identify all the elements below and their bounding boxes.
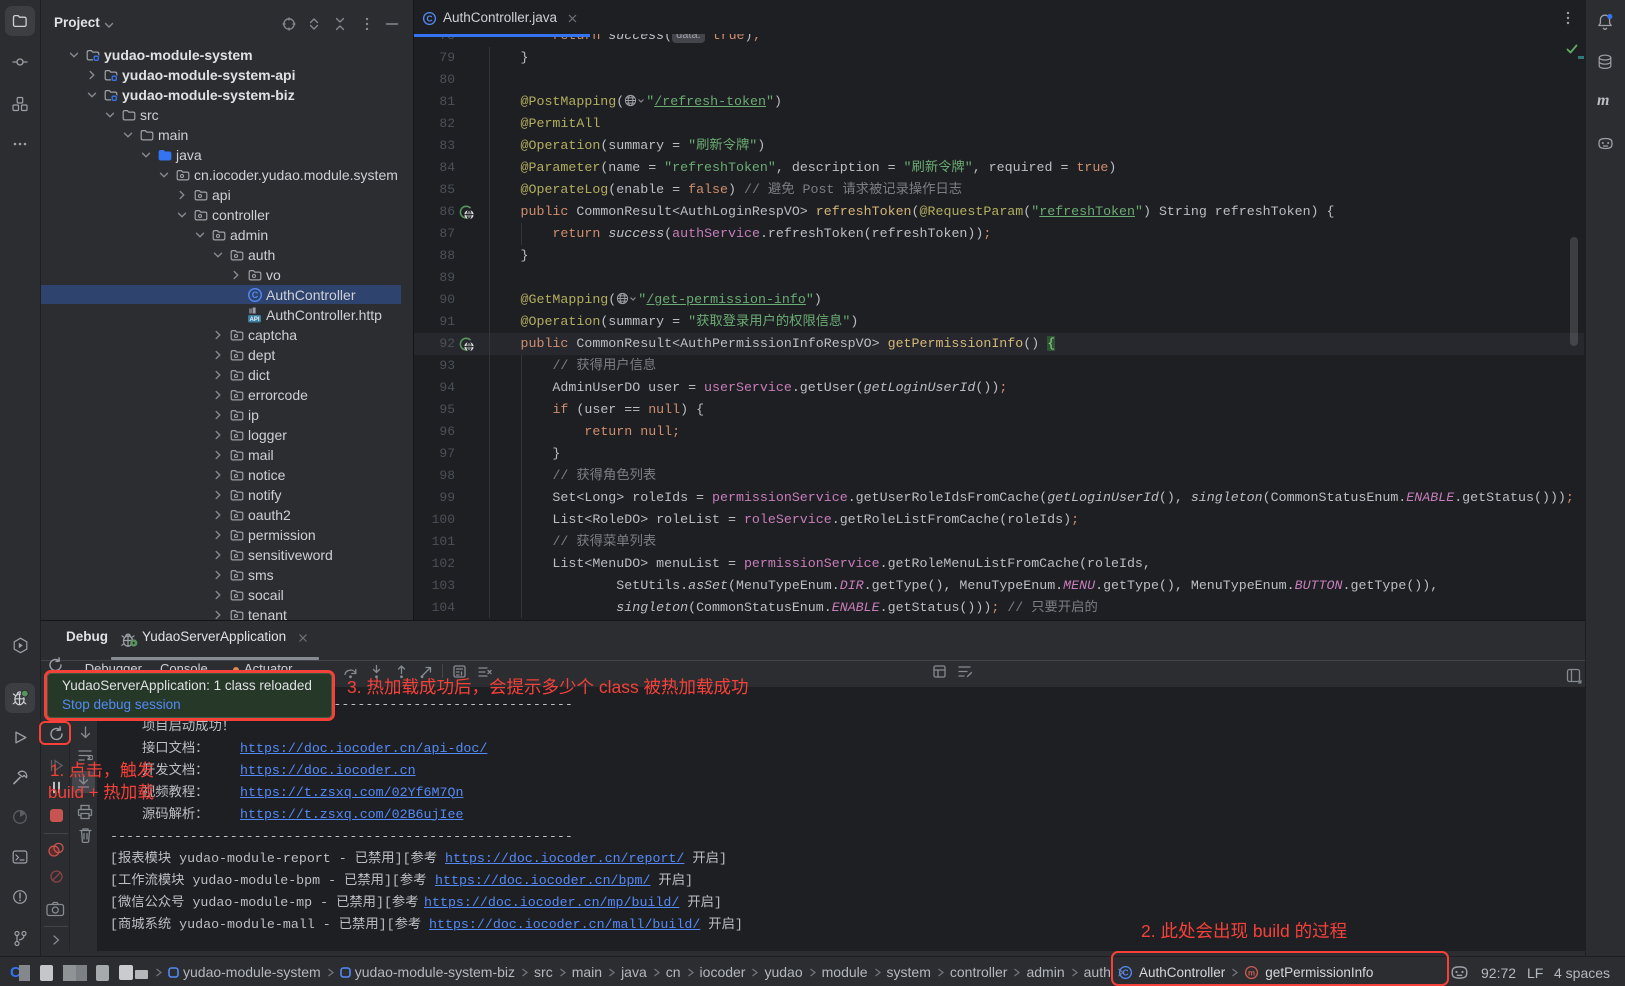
svg-text:API: API [249, 317, 259, 323]
svg-text:C: C [426, 14, 432, 24]
svg-text:C: C [252, 290, 259, 300]
